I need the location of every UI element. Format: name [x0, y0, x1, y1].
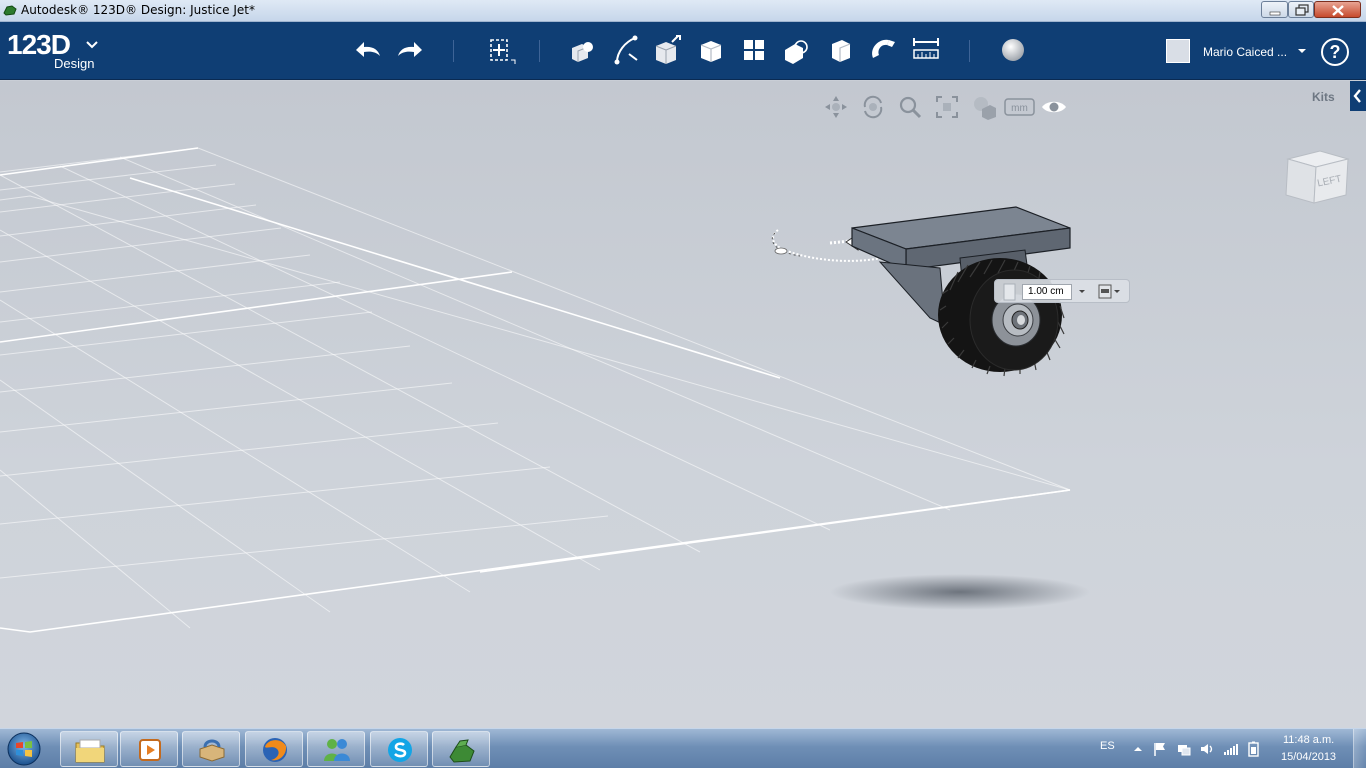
- taskbar-firefox[interactable]: [245, 731, 303, 767]
- toolbar-separator: [453, 40, 454, 62]
- action-center-flag-icon[interactable]: [1152, 741, 1168, 757]
- object-shadow: [830, 574, 1090, 610]
- language-indicator[interactable]: ES: [1100, 740, 1115, 752]
- combine-icon[interactable]: [822, 32, 858, 68]
- app-logo-subtitle: Design: [54, 56, 95, 71]
- dimension-input[interactable]: 1.00 cm: [1022, 284, 1072, 300]
- messenger-icon: [324, 739, 350, 761]
- battery-icon[interactable]: [1246, 741, 1262, 757]
- volume-icon[interactable]: [1199, 741, 1215, 757]
- undo-icon[interactable]: [350, 32, 386, 68]
- fit-icon[interactable]: [933, 93, 961, 121]
- snap-icon[interactable]: [865, 32, 901, 68]
- minimize-button[interactable]: [1261, 1, 1288, 18]
- primitives-icon[interactable]: [564, 32, 600, 68]
- scene-canvas[interactable]: [0, 81, 1366, 728]
- app-header: 123D Design Mario Caiced ... ?: [0, 22, 1366, 80]
- start-button[interactable]: [4, 731, 44, 767]
- modify-icon[interactable]: [693, 32, 729, 68]
- taskbar: ES 11:48 a.m. 15/04/2013: [0, 728, 1366, 768]
- avatar[interactable]: [1166, 39, 1190, 63]
- window-title-bar: Autodesk® 123D® Design: Justice Jet*: [0, 0, 1366, 22]
- taskbar-123d-design[interactable]: [432, 731, 490, 767]
- skype-icon: [388, 738, 412, 762]
- visual-style-icon[interactable]: [970, 93, 998, 121]
- show-desktop-button[interactable]: [1353, 729, 1366, 768]
- taskbar-messenger[interactable]: [307, 731, 365, 767]
- pan-icon[interactable]: [822, 93, 850, 121]
- redo-icon[interactable]: [392, 32, 428, 68]
- construct-icon[interactable]: [650, 32, 686, 68]
- app-icon: [3, 5, 17, 16]
- media-player-icon: [139, 739, 161, 761]
- material-icon[interactable]: [995, 32, 1031, 68]
- kits-label[interactable]: Kits: [1312, 90, 1335, 104]
- maximize-button[interactable]: [1288, 1, 1314, 18]
- signal-icon[interactable]: [1223, 741, 1239, 757]
- chevron-down-icon[interactable]: [1297, 47, 1307, 55]
- visibility-icon[interactable]: [1040, 93, 1068, 121]
- sketch-icon[interactable]: [607, 32, 643, 68]
- firefox-icon: [263, 738, 287, 762]
- grouping-icon[interactable]: [779, 32, 815, 68]
- zoom-icon[interactable]: [896, 93, 924, 121]
- 123d-design-icon: [449, 739, 475, 763]
- network-icon[interactable]: [1176, 741, 1192, 757]
- file-explorer-icon: [75, 739, 105, 763]
- units-label: mm: [1011, 103, 1028, 114]
- 3d-viewport[interactable]: mm Kits LEFT 1.00 cm: [0, 81, 1366, 728]
- units-icon[interactable]: mm: [1004, 93, 1035, 121]
- transform-icon[interactable]: [481, 32, 517, 68]
- taskbar-file-explorer[interactable]: [60, 731, 118, 767]
- taskbar-skype[interactable]: [370, 731, 428, 767]
- toolbar-separator: [969, 40, 970, 62]
- chevron-down-icon[interactable]: [85, 40, 99, 50]
- taskbar-media-player[interactable]: [120, 731, 178, 767]
- close-button[interactable]: [1314, 1, 1361, 18]
- pattern-icon[interactable]: [736, 32, 772, 68]
- clock-date[interactable]: 15/04/2013: [1281, 751, 1336, 763]
- orbit-icon[interactable]: [859, 93, 887, 121]
- window-title: Autodesk® 123D® Design: Justice Jet*: [21, 3, 255, 17]
- toolbar-separator: [539, 40, 540, 62]
- view-cube[interactable]: LEFT: [1282, 147, 1352, 211]
- measure-icon[interactable]: [908, 32, 944, 68]
- show-hidden-icons-icon[interactable]: [1130, 741, 1146, 757]
- user-name[interactable]: Mario Caiced ...: [1203, 45, 1287, 59]
- help-button[interactable]: ?: [1321, 38, 1349, 66]
- kits-panel-toggle[interactable]: [1350, 81, 1366, 111]
- clock-time[interactable]: 11:48 a.m.: [1283, 734, 1334, 746]
- taskbar-game[interactable]: [182, 731, 240, 767]
- game-icon: [199, 739, 225, 762]
